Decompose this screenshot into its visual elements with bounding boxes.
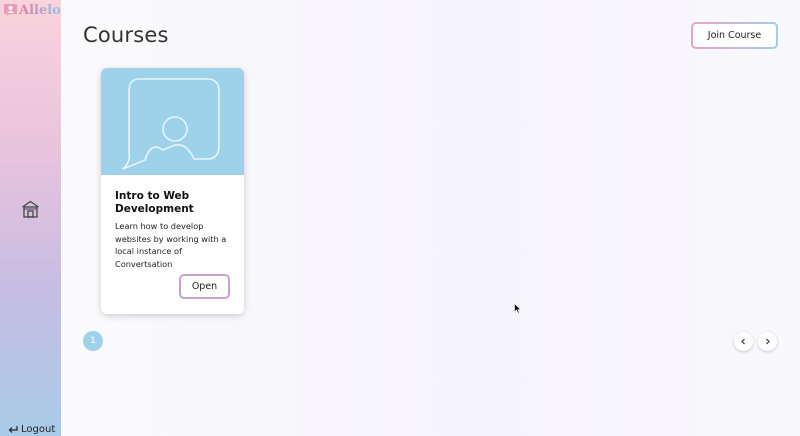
pagination-current-page[interactable]: 1 (83, 331, 103, 351)
course-description: Learn how to develop websites by working… (115, 221, 227, 269)
home-icon[interactable] (21, 200, 40, 218)
logout-label: Logout (21, 424, 56, 435)
logo[interactable]: Allelo (3, 2, 61, 18)
course-card[interactable]: Intro to Web Development Learn how to de… (101, 68, 244, 314)
course-title: Intro to Web Development (115, 190, 194, 215)
user-placeholder-icon (122, 78, 220, 170)
previous-page-button[interactable] (734, 332, 753, 351)
logo-text: Allelo (19, 2, 61, 18)
page-title: Courses (83, 23, 169, 47)
logout-button[interactable]: Logout (8, 424, 55, 435)
join-course-button[interactable]: Join Course (691, 22, 778, 49)
chevron-left-icon (741, 338, 745, 345)
chevron-right-icon (766, 338, 770, 345)
course-card-image (101, 68, 244, 175)
mouse-cursor-icon (514, 303, 522, 314)
sidebar: Allelo Logout (0, 0, 61, 436)
logout-arrow-icon (8, 426, 18, 433)
next-page-button[interactable] (758, 332, 777, 351)
allelo-logo-icon (4, 4, 17, 16)
open-course-button[interactable]: Open (179, 274, 230, 299)
